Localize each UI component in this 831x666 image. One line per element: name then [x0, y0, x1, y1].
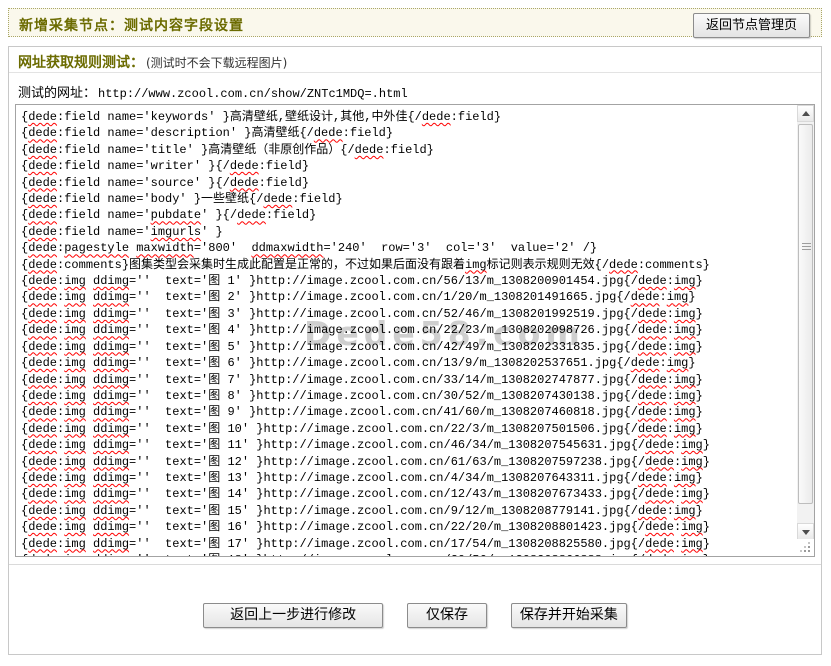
test-url-label: 测试的网址：: [18, 86, 96, 101]
back-to-node-manage-button[interactable]: 返回节点管理页: [693, 13, 810, 38]
section-note: (测试时不会下载远程图片): [146, 56, 287, 70]
textarea-resize-handle[interactable]: [797, 539, 814, 556]
editor-vscrollbar[interactable]: [797, 105, 814, 540]
rules-editor-text[interactable]: {dede:field name='keywords' }高清壁纸,壁纸设计,其…: [16, 105, 814, 556]
thumb-grip-icon: [802, 243, 811, 250]
section-title: 网址获取规则测试：: [18, 55, 144, 71]
save-and-start-button[interactable]: 保存并开始采集: [511, 603, 627, 628]
scroll-up-button[interactable]: [797, 105, 814, 122]
divider: [9, 564, 821, 565]
arrow-up-icon: [802, 111, 810, 116]
arrow-down-icon: [802, 530, 810, 535]
content-panel: 网址获取规则测试：(测试时不会下载远程图片) 测试的网址：http://www.…: [8, 46, 822, 655]
scroll-down-button[interactable]: [797, 523, 814, 540]
test-url-row: 测试的网址：http://www.zcool.com.cn/show/ZNTc1…: [9, 73, 821, 103]
resize-grip-icon: [808, 550, 810, 552]
back-edit-button[interactable]: 返回上一步进行修改: [203, 603, 383, 628]
topbar: 新增采集节点：测试内容字段设置 返回节点管理页: [8, 8, 822, 37]
action-bar: 返回上一步进行修改 仅保存 保存并开始采集: [9, 603, 821, 628]
test-url-value: http://www.zcool.com.cn/show/ZNTc1MDQ=.h…: [98, 87, 408, 101]
page-title: 新增采集节点：测试内容字段设置: [19, 15, 244, 35]
scroll-thumb[interactable]: [798, 124, 813, 504]
save-only-button[interactable]: 仅保存: [407, 603, 487, 628]
test-section-header: 网址获取规则测试：(测试时不会下载远程图片): [9, 47, 821, 73]
page-container: { "page": { "title": "新增采集节点：测试内容字段设置", …: [0, 0, 831, 666]
rules-editor[interactable]: Dede58.com {dede:field name='keywords' }…: [15, 104, 815, 557]
